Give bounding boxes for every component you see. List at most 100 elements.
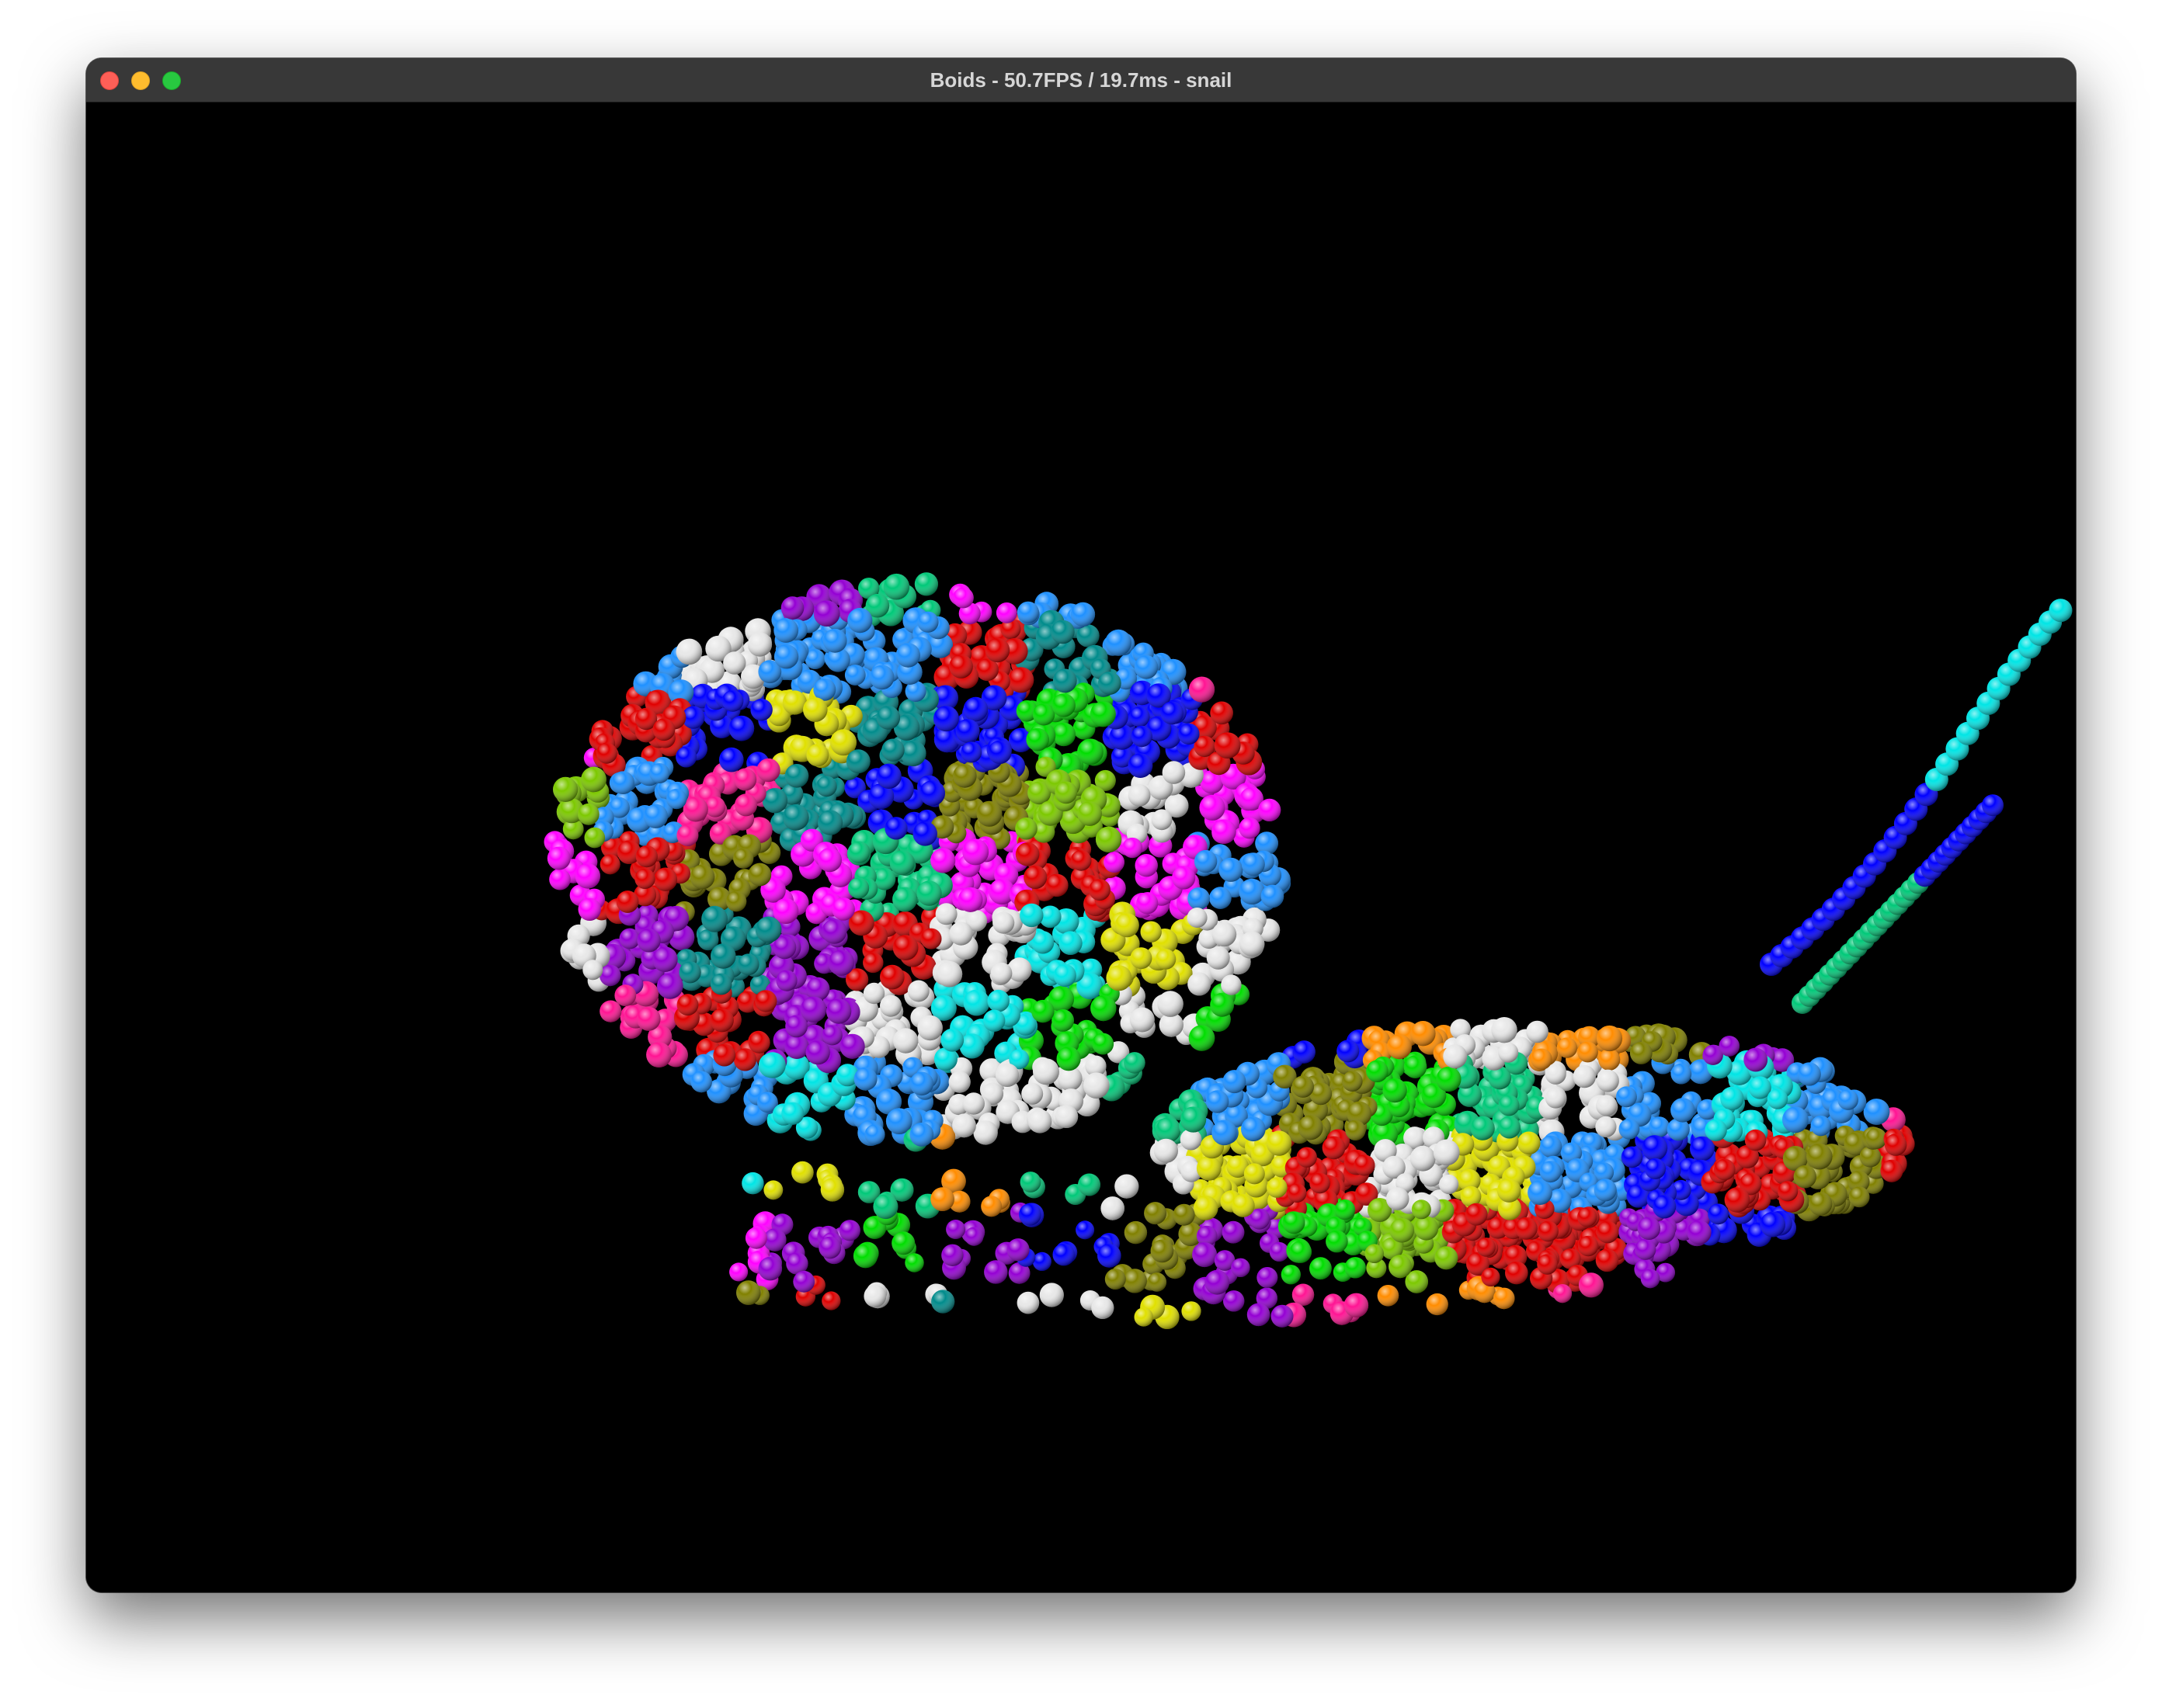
boid-shading <box>1211 1120 1237 1146</box>
boid-shading <box>846 749 871 774</box>
boid-shading <box>883 573 910 600</box>
boid-shading <box>780 596 805 620</box>
boid-shading <box>914 572 938 596</box>
boid-shading <box>1434 1246 1458 1270</box>
boid-shading <box>748 863 772 887</box>
boid-shading <box>1153 1138 1178 1163</box>
boid-shading <box>1433 1139 1460 1166</box>
boid-shading <box>1760 1211 1785 1238</box>
boid-shading <box>895 643 921 668</box>
boid-shading <box>1322 1136 1346 1160</box>
boid-shading <box>1344 1257 1366 1279</box>
boid-shading <box>1019 1203 1041 1226</box>
boid-shading <box>676 824 699 846</box>
boid-shading <box>750 699 773 721</box>
boid-shading <box>1129 706 1150 727</box>
boid-shading <box>1720 1086 1744 1111</box>
boid-shading <box>1129 1007 1155 1033</box>
boid-shading <box>1136 892 1159 915</box>
boid-shading <box>596 742 617 764</box>
boid-shading <box>614 984 637 1007</box>
boid-shading <box>690 1071 712 1093</box>
boid-shading <box>907 980 930 1002</box>
boid-shading <box>1210 701 1233 725</box>
boid-shading <box>919 780 945 807</box>
boid-shading <box>1089 879 1111 901</box>
boid-shading <box>1128 784 1151 807</box>
boid-shading <box>1122 837 1143 859</box>
boid-shading <box>1187 972 1211 996</box>
boid-shading <box>575 863 600 889</box>
boid-shading <box>962 838 989 866</box>
boid-shading <box>676 746 697 768</box>
boid-shading <box>1409 1145 1436 1172</box>
boid-shading <box>880 995 902 1017</box>
boid-shading <box>1690 1136 1715 1161</box>
boid-shading <box>953 587 974 609</box>
boid-shading <box>1260 884 1284 908</box>
boid-shading <box>983 1009 1006 1032</box>
boid-shading <box>1180 1106 1207 1133</box>
boid-shading <box>577 803 600 825</box>
boid-shading <box>920 928 942 949</box>
boid-shading <box>988 740 1012 764</box>
boid-shading <box>584 827 606 849</box>
boid-shading <box>1863 1099 1890 1125</box>
boid-shading <box>1334 1199 1356 1220</box>
boid-shading <box>1206 946 1230 970</box>
boid-shading <box>1156 1117 1181 1143</box>
boid-shading <box>1884 1133 1907 1156</box>
boid-shading <box>1266 1130 1292 1156</box>
boid-shading <box>1160 701 1184 725</box>
boid-shading <box>1187 908 1208 928</box>
boid-shading <box>782 804 809 831</box>
boid-shading <box>1015 818 1038 840</box>
boid-shading <box>826 998 852 1024</box>
boid-shading <box>813 600 840 627</box>
boid-shading <box>1015 842 1040 866</box>
boid-shading <box>940 1028 965 1052</box>
render-viewport[interactable] <box>86 102 2076 1592</box>
boid-shading <box>1724 1187 1750 1213</box>
boid-shading <box>1594 1179 1617 1202</box>
boid-shading <box>1130 947 1152 970</box>
boid-shading <box>1577 1235 1599 1257</box>
boid-shading <box>1269 1241 1289 1262</box>
boid-shading <box>864 1124 885 1145</box>
boid-shading <box>1389 1218 1415 1243</box>
boid-shading <box>1377 1285 1399 1307</box>
boid-shading <box>1386 1034 1412 1060</box>
boid-shading <box>1880 1159 1903 1182</box>
boid-shading <box>733 848 754 869</box>
boid-shading <box>666 788 687 810</box>
boid-shading <box>963 696 989 722</box>
boid-shading <box>1053 963 1076 988</box>
boid-shading <box>1135 854 1158 877</box>
boid-shading <box>1281 1265 1301 1285</box>
boid-shading <box>1354 1154 1375 1176</box>
boid-shading <box>637 929 661 953</box>
boid-shading <box>1670 1098 1695 1123</box>
boid-shading <box>1134 655 1159 679</box>
boid-shading <box>1239 818 1260 839</box>
boid-shading <box>690 864 715 890</box>
boid-shading <box>1539 1161 1562 1183</box>
boid-shading <box>892 887 917 912</box>
boid-shading <box>1598 1048 1621 1071</box>
boid-shading <box>1209 887 1232 909</box>
boid-shading <box>990 962 1013 984</box>
boid-shading <box>1070 602 1096 627</box>
title-bar[interactable]: Boids - 50.7FPS / 19.7ms - snail <box>86 58 2076 102</box>
boid-shading <box>1031 999 1055 1023</box>
boid-shading <box>1743 1047 1768 1072</box>
boid-shading <box>935 903 958 925</box>
boid-shading <box>1008 667 1034 693</box>
boid-shading <box>1124 1052 1145 1074</box>
boid-shading <box>725 890 747 912</box>
boid-shading <box>955 719 980 743</box>
boid-shading <box>1077 801 1102 826</box>
window-title: Boids - 50.7FPS / 19.7ms - snail <box>930 68 1232 92</box>
boid-shading <box>1258 798 1281 821</box>
boid-shading <box>1214 732 1241 759</box>
boid-shading <box>1336 1040 1360 1063</box>
